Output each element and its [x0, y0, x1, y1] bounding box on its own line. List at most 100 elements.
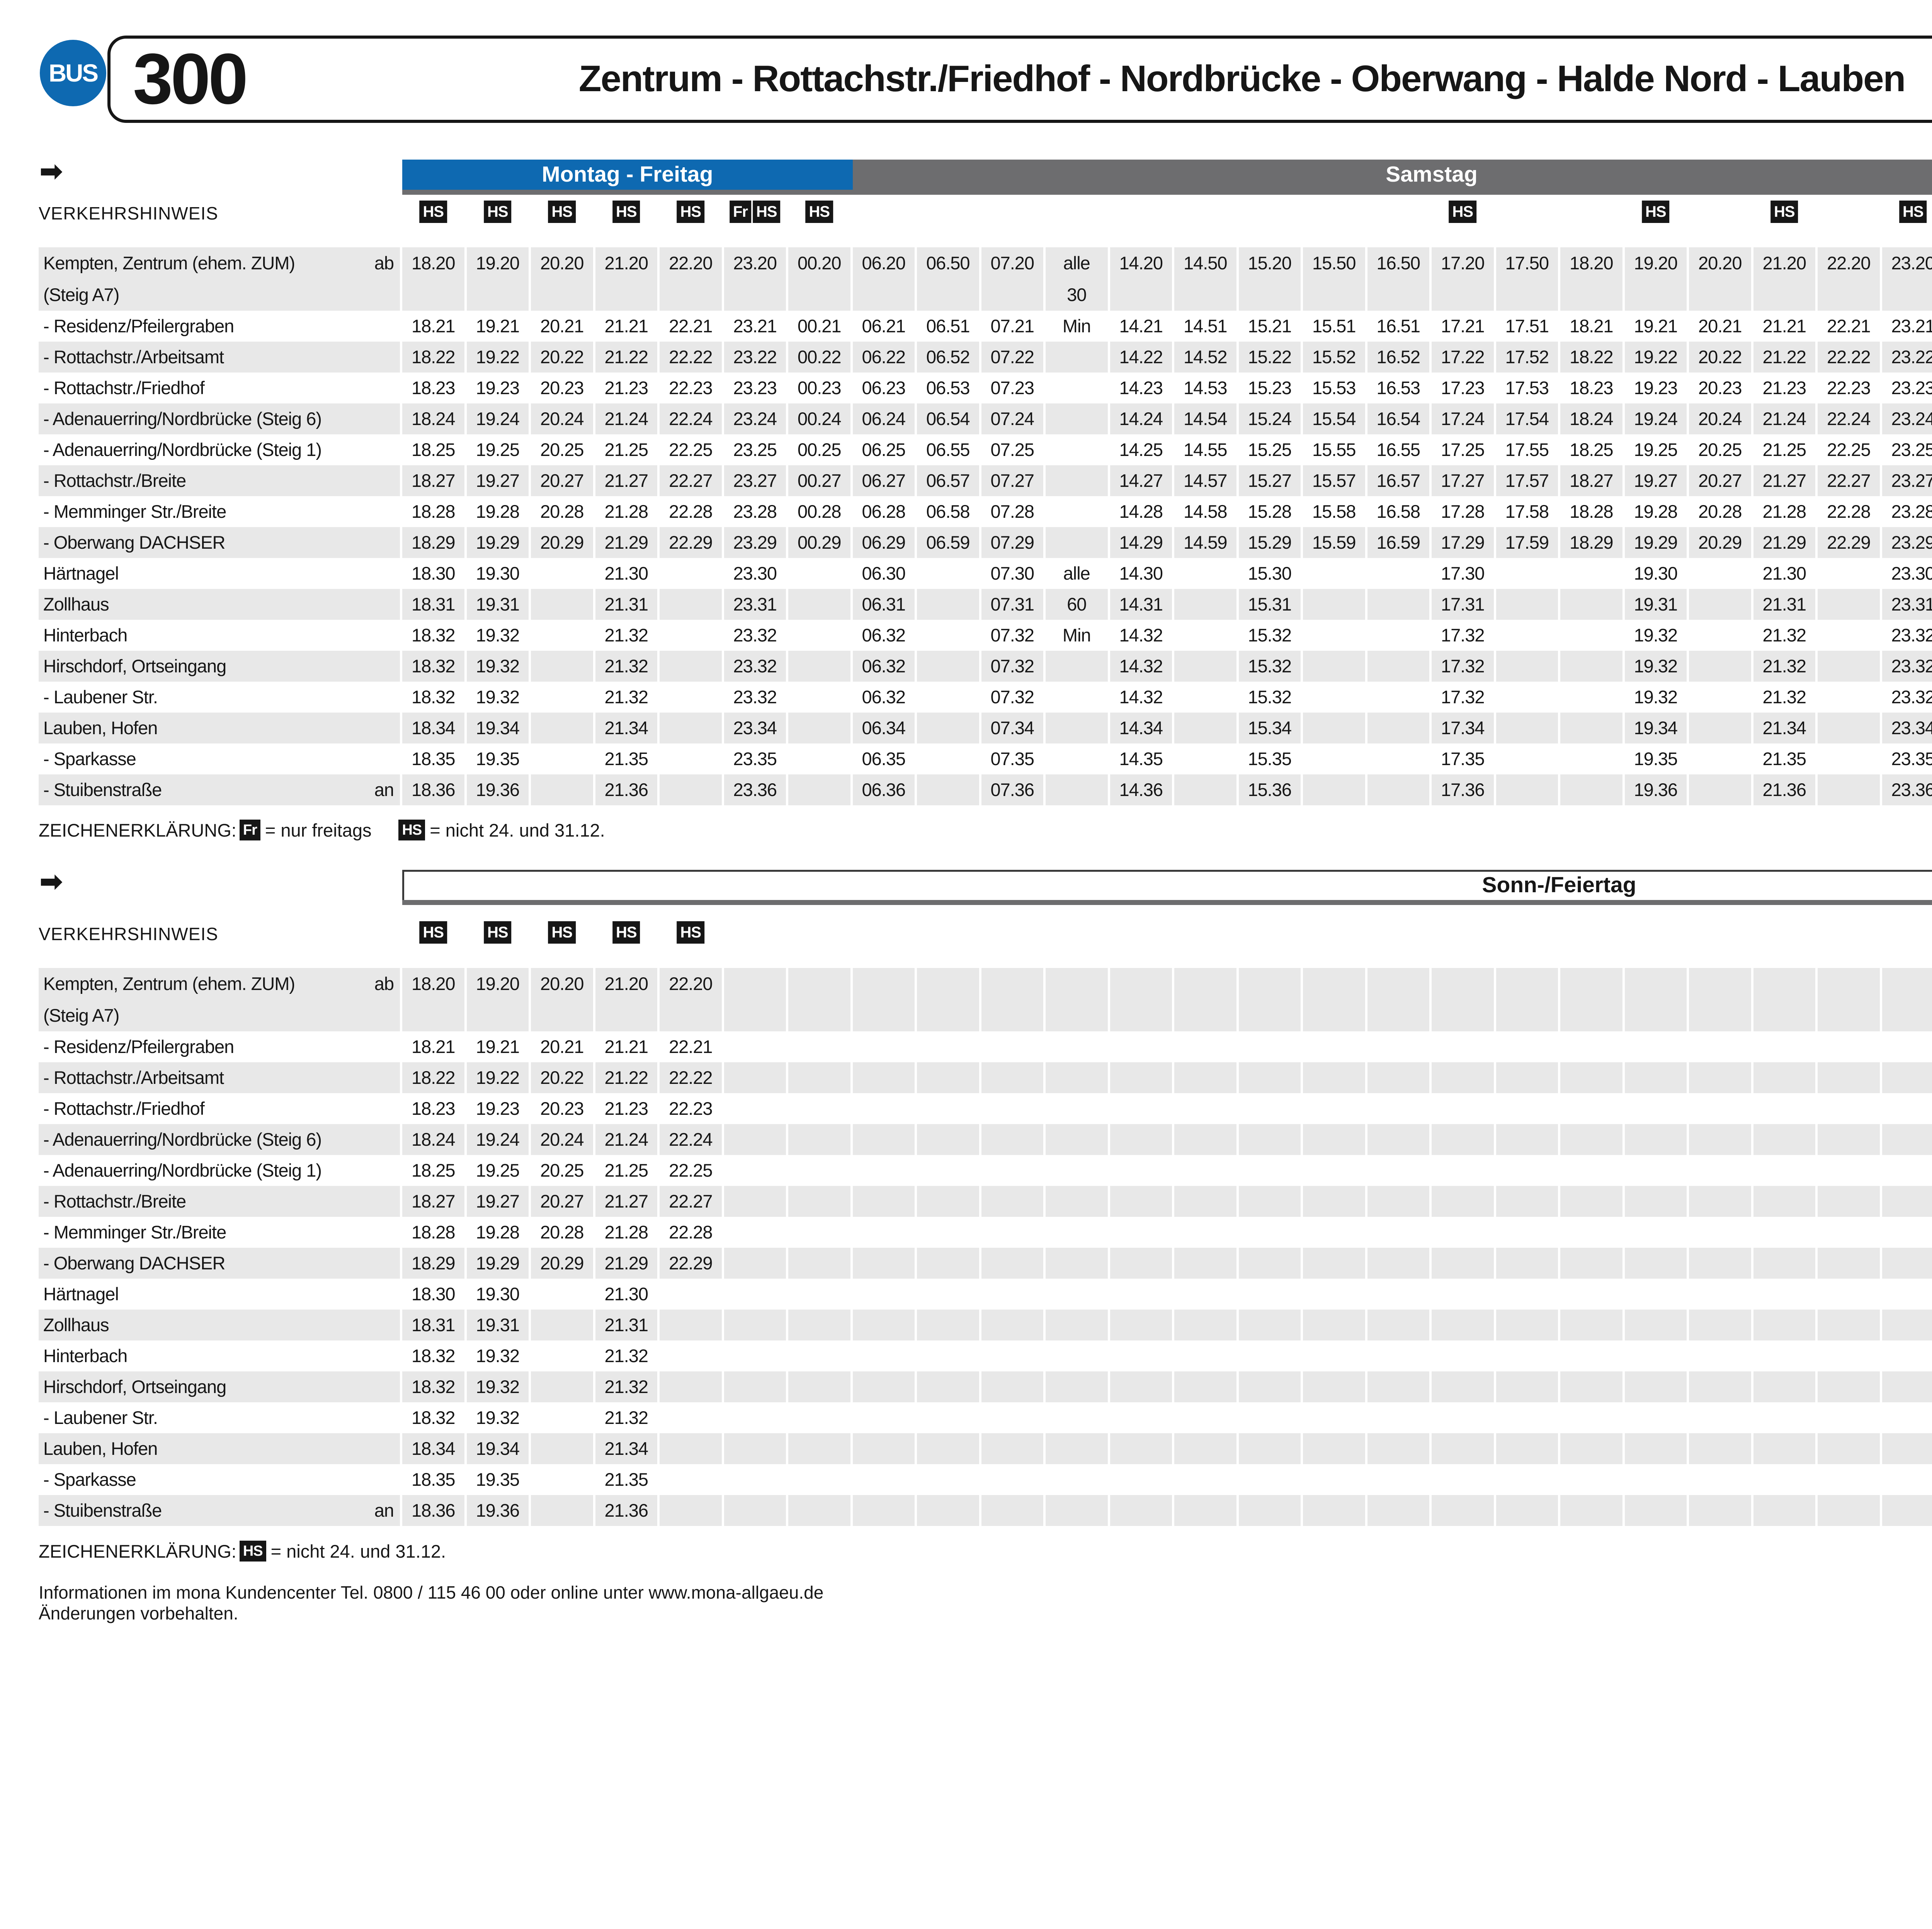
time-cell: 22.22 — [660, 342, 722, 373]
time-cell — [1046, 743, 1108, 774]
time-cell: 21.23 — [595, 1093, 658, 1124]
time-cell: 07.30 — [981, 558, 1044, 589]
time-cell — [1110, 1248, 1172, 1279]
time-cell — [1046, 403, 1108, 434]
time-cell — [1303, 1310, 1365, 1340]
stop-name: Lauben, Hofen — [39, 1433, 400, 1464]
time-cell — [1239, 1248, 1301, 1279]
time-cell: 20.28 — [1689, 496, 1751, 527]
time-cell: 07.29 — [981, 527, 1044, 558]
time-cell — [1818, 774, 1880, 805]
timetable-row: Hinterbach18.3219.3221.32 — [39, 1340, 1932, 1371]
time-cell — [1046, 968, 1108, 1031]
time-cell: 20.24 — [531, 403, 593, 434]
time-cell: 19.24 — [467, 1124, 529, 1155]
time-cell — [1174, 1402, 1236, 1433]
time-cell — [1882, 1217, 1932, 1248]
time-cell: 14.34 — [1110, 713, 1172, 743]
time-cell — [724, 1279, 786, 1310]
time-cell: 21.21 — [1753, 311, 1816, 342]
time-cell — [1496, 1433, 1558, 1464]
verkehrshinweis-label: VERKEHRSHINWEIS — [39, 201, 218, 225]
time-cell — [1882, 1062, 1932, 1093]
time-cell — [1432, 1186, 1494, 1217]
time-cell: 00.24 — [788, 403, 850, 434]
time-cell — [531, 651, 593, 682]
time-cell: 17.32 — [1432, 620, 1494, 651]
time-cell: 06.29 — [853, 527, 915, 558]
stop-name: - Adenauerring/Nordbrücke (Steig 1) — [39, 434, 400, 465]
time-cell: 23.32 — [724, 682, 786, 713]
time-cell — [981, 1340, 1044, 1371]
time-cell — [1110, 1093, 1172, 1124]
time-cell — [1753, 1031, 1816, 1062]
time-cell: 06.35 — [853, 743, 915, 774]
time-cell: 19.32 — [467, 651, 529, 682]
time-cell: 15.25 — [1239, 434, 1301, 465]
time-cell — [1753, 1371, 1816, 1402]
time-cell — [724, 968, 786, 1031]
time-cell — [1046, 1340, 1108, 1371]
time-cell: 06.36 — [853, 774, 915, 805]
time-cell: 16.53 — [1367, 373, 1430, 403]
time-cell — [1689, 1402, 1751, 1433]
time-cell — [1882, 1124, 1932, 1155]
time-cell: 21.30 — [1753, 558, 1816, 589]
time-cell — [1689, 1062, 1751, 1093]
time-cell: 22.24 — [660, 403, 722, 434]
time-cell: 21.22 — [1753, 342, 1816, 373]
time-cell — [1046, 651, 1108, 682]
time-cell — [1818, 1248, 1880, 1279]
time-cell: 15.28 — [1239, 496, 1301, 527]
time-cell — [1689, 1279, 1751, 1310]
time-cell — [1689, 558, 1751, 589]
time-cell — [1689, 968, 1751, 1031]
time-cell — [1174, 968, 1236, 1031]
time-cell — [1818, 1155, 1880, 1186]
time-cell — [531, 743, 593, 774]
footer-info-line1: Informationen im mona Kundencenter Tel. … — [39, 1582, 823, 1603]
day-band-label: Sonn-/Feiertag — [404, 872, 1932, 898]
time-cell: 20.23 — [531, 1093, 593, 1124]
stop-name: - Residenz/Pfeilergraben — [39, 1031, 400, 1062]
time-cell — [1239, 1371, 1301, 1402]
time-cell — [917, 1371, 979, 1402]
time-cell: 07.28 — [981, 496, 1044, 527]
time-cell: 14.32 — [1110, 682, 1172, 713]
timetable-row: - Adenauerring/Nordbrücke (Steig 1)18.25… — [39, 434, 1932, 465]
time-cell — [1689, 774, 1751, 805]
time-cell: 17.57 — [1496, 465, 1558, 496]
time-cell: 22.28 — [1818, 496, 1880, 527]
time-cell — [1174, 682, 1236, 713]
time-cell — [660, 1279, 722, 1310]
time-cell: 17.22 — [1432, 342, 1494, 373]
time-cell: 17.23 — [1432, 373, 1494, 403]
stop-name: - Adenauerring/Nordbrücke (Steig 6) — [39, 1124, 400, 1155]
time-cell: 16.55 — [1367, 434, 1430, 465]
time-cell — [1239, 1495, 1301, 1526]
time-cell — [1753, 968, 1816, 1031]
time-cell: 00.25 — [788, 434, 850, 465]
time-cell — [1496, 1093, 1558, 1124]
time-cell: 20.29 — [531, 1248, 593, 1279]
hs-badge: HS — [398, 820, 425, 840]
time-cell — [1303, 1464, 1365, 1495]
table1-day-bands: Montag - FreitagSamstagSonn-/Feiertag — [402, 160, 1932, 195]
stop-name: - Stuibenstraßean — [39, 774, 400, 805]
time-cell: 18.20 — [402, 247, 464, 311]
time-cell: 20.27 — [531, 465, 593, 496]
time-cell — [853, 1062, 915, 1093]
hs-badge: HS — [677, 201, 704, 223]
time-cell: 21.31 — [595, 589, 658, 620]
time-cell: 21.31 — [1753, 589, 1816, 620]
time-cell: 21.29 — [595, 527, 658, 558]
timetable-row: Hirschdorf, Ortseingang18.3219.3221.3223… — [39, 651, 1932, 682]
time-cell: 17.30 — [1432, 558, 1494, 589]
time-cell: 18.23 — [1560, 373, 1622, 403]
time-cell: 16.59 — [1367, 527, 1430, 558]
time-cell — [1303, 1279, 1365, 1310]
time-cell — [531, 774, 593, 805]
time-cell — [853, 1279, 915, 1310]
time-cell — [1046, 1402, 1108, 1433]
time-cell — [788, 1093, 850, 1124]
